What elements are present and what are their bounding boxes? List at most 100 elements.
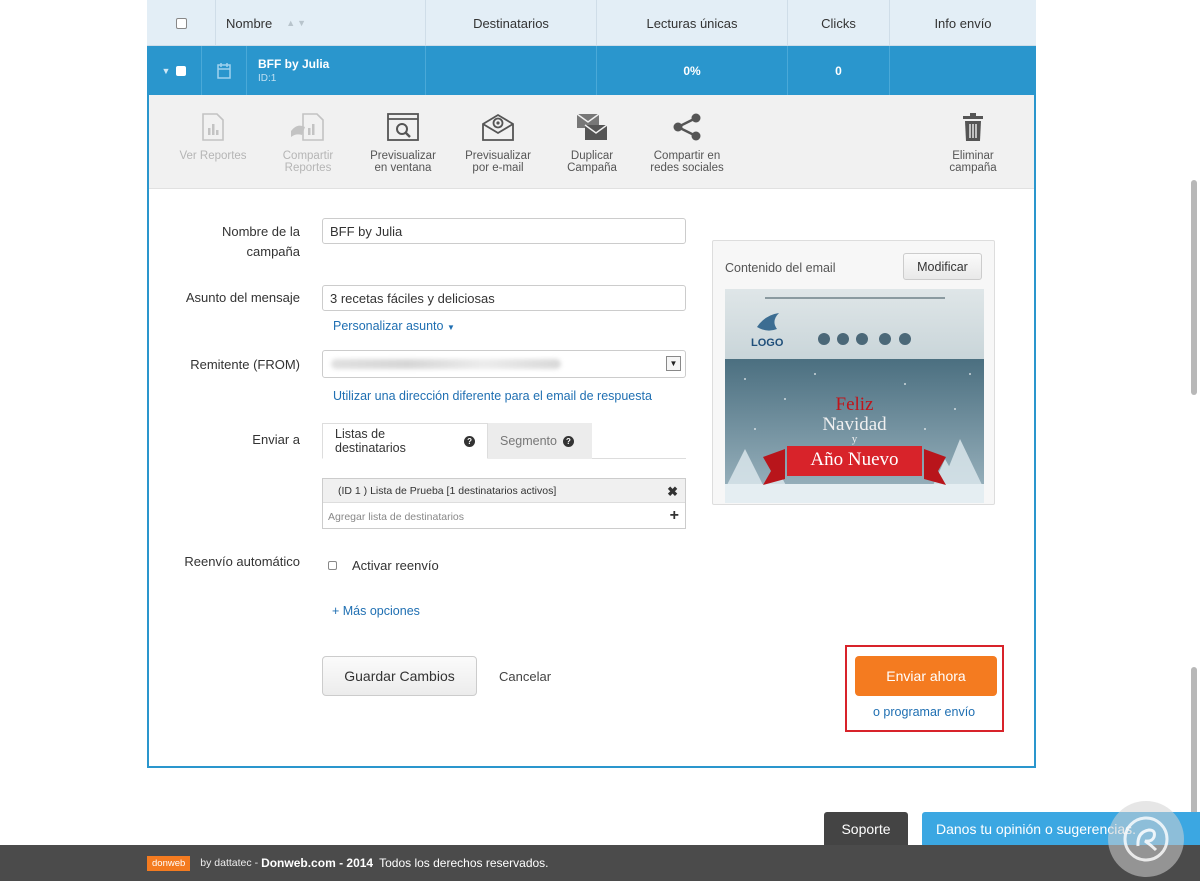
watermark-icon (1123, 816, 1169, 862)
personalize-subject-text: Personalizar asunto (333, 319, 444, 333)
previsualizar-email-label: Previsualizar por e-mail (465, 150, 531, 174)
duplicar-campana-button[interactable]: Duplicar Campaña (547, 113, 637, 174)
recipient-list-box: (ID 1 ) Lista de Prueba [1 destinatarios… (322, 478, 686, 529)
email-preview-card: Contenido del email Modificar LOGO Feliz… (712, 240, 995, 505)
header-info-envio-label: Info envío (934, 15, 992, 31)
campaign-name-value: BFF by Julia (330, 223, 403, 239)
forward-label-text: Reenvío automático (184, 554, 300, 569)
send-now-label: Enviar ahora (886, 668, 966, 684)
greeting-line-4: Año Nuevo (810, 449, 899, 470)
logo-text: LOGO (751, 337, 784, 349)
footer-site[interactable]: Donweb.com - 2014 (261, 856, 373, 870)
watermark-logo (1108, 801, 1184, 877)
compartir-reportes-button[interactable]: Compartir Reportes (263, 113, 353, 174)
previsualizar-email-button[interactable]: Previsualizar por e-mail (453, 113, 543, 174)
row-type-cell (202, 46, 247, 95)
remove-icon[interactable]: ✖ (667, 484, 678, 500)
row-select-cell: ▼ (147, 46, 202, 95)
preview-window-icon (387, 113, 419, 141)
header-destinatarios: Destinatarios (426, 0, 597, 46)
select-all-checkbox[interactable] (175, 17, 187, 29)
row-checkbox[interactable] (176, 65, 187, 76)
sender-label: Remitente (FROM) (190, 355, 300, 375)
subject-input[interactable]: 3 recetas fáciles y deliciosas (322, 285, 686, 311)
chevron-down-icon[interactable]: ▼ (162, 66, 171, 76)
preview-email-icon (482, 113, 514, 141)
header-lecturas-label: Lecturas únicas (646, 15, 738, 31)
ver-reportes-label: Ver Reportes (179, 150, 247, 162)
table-header: Nombre ▲▼ Destinatarios Lecturas únicas … (147, 0, 1036, 46)
campaign-name-label-line-1: Nombre de la (221, 224, 300, 239)
select-arrow-icon[interactable]: ▼ (666, 356, 681, 371)
header-info-envio: Info envío (890, 0, 1036, 46)
ver-reportes-button[interactable]: Ver Reportes (168, 113, 258, 162)
greeting-line-3: y (851, 433, 858, 445)
compartir-redes-button[interactable]: Compartir en redes sociales (642, 113, 732, 174)
row-lecturas-cell: 0% (597, 46, 788, 95)
campaign-name-input[interactable]: BFF by Julia (322, 218, 686, 244)
help-icon[interactable]: ? (562, 435, 574, 447)
forward-toggle[interactable]: Activar reenvío (328, 558, 439, 573)
tab-listas-label: Listas de destinatarios (335, 427, 406, 455)
support-button[interactable]: Soporte (824, 812, 908, 845)
schedule-send-link[interactable]: o programar envío (873, 705, 975, 719)
eliminar-label: Eliminar campaña (949, 150, 997, 174)
send-now-button[interactable]: Enviar ahora (855, 656, 997, 696)
brand-badge[interactable]: donweb (147, 855, 191, 871)
sort-icon[interactable]: ▲▼ (286, 18, 308, 28)
cancel-label: Cancelar (499, 669, 552, 684)
sender-label-text: Remitente (FROM) (190, 357, 300, 372)
greeting-line-1: Feliz (835, 394, 874, 415)
personalize-subject-link[interactable]: Personalizar asunto ▼ (333, 319, 455, 333)
reads-value: 0% (683, 63, 701, 78)
row-destinatarios-cell (426, 46, 597, 95)
send-to-label-text: Enviar a (252, 432, 300, 447)
tab-segmento-label: Segmento (500, 434, 557, 448)
email-thumbnail[interactable]: LOGO Feliz Navidad y Año Nuevo (725, 289, 984, 503)
add-list-input[interactable]: Agregar lista de destinatarios + (323, 504, 685, 529)
schedule-send-label: o programar envío (873, 705, 976, 719)
table-row[interactable]: ▼ BFF by Julia ID:1 0% 0 (147, 46, 1036, 95)
subject-label-text: Asunto del mensaje (185, 290, 300, 305)
tab-listas[interactable]: Listas de destinatarios? (322, 423, 488, 459)
save-changes-button[interactable]: Guardar Cambios (322, 656, 477, 696)
row-info-cell (890, 46, 1036, 95)
page-scrollbar[interactable] (1191, 180, 1197, 395)
campaign-detail-panel: Ver Reportes Compartir Reportes Previsua… (147, 95, 1036, 768)
share-icon (673, 113, 701, 141)
more-options-link[interactable]: + Más opciones (332, 604, 420, 618)
previsualizar-ventana-button[interactable]: Previsualizar en ventana (358, 113, 448, 174)
support-label: Soporte (841, 820, 891, 837)
list-item-label: (ID 1 ) Lista de Prueba [1 destinatarios… (338, 484, 557, 497)
cancel-link[interactable]: Cancelar (499, 669, 551, 684)
header-lecturas: Lecturas únicas (597, 0, 788, 46)
compartir-redes-label: Compartir en redes sociales (650, 150, 724, 174)
campaign-name-label: Nombre de la campaña (222, 222, 300, 262)
footer-by: by dattatec - (200, 857, 259, 869)
header-clicks: Clicks (788, 0, 890, 46)
modify-label: Modificar (917, 259, 968, 274)
blurred-sender-value (331, 359, 561, 369)
forward-checkbox-label: Activar reenvío (352, 558, 439, 573)
save-changes-label: Guardar Cambios (344, 668, 455, 684)
header-nombre[interactable]: Nombre ▲▼ (216, 0, 426, 46)
footer-rights: Todos los derechos reservados. (379, 856, 549, 870)
eliminar-campana-button[interactable]: Eliminar campaña (928, 113, 1018, 174)
sender-select[interactable]: ▼ (322, 350, 686, 378)
reply-address-link[interactable]: Utilizar una dirección diferente para el… (333, 389, 652, 403)
modify-button[interactable]: Modificar (903, 253, 982, 280)
recipient-tabs: Listas de destinatarios? Segmento? (322, 423, 686, 459)
forward-checkbox[interactable] (328, 561, 337, 570)
plus-icon[interactable]: + (670, 507, 679, 525)
campaign-name: BFF by Julia (258, 57, 330, 71)
header-destinatarios-label: Destinatarios (473, 15, 549, 31)
add-list-placeholder: Agregar lista de destinatarios (328, 510, 464, 523)
help-icon[interactable]: ? (464, 435, 475, 447)
duplicar-label: Duplicar Campaña (567, 150, 617, 174)
select-all-cell (147, 0, 216, 46)
report-icon (202, 113, 224, 141)
row-name-cell[interactable]: BFF by Julia ID:1 (247, 46, 426, 95)
campaign-id: ID:1 (258, 73, 277, 84)
duplicate-icon (576, 113, 608, 140)
tab-segmento[interactable]: Segmento? (488, 423, 592, 459)
